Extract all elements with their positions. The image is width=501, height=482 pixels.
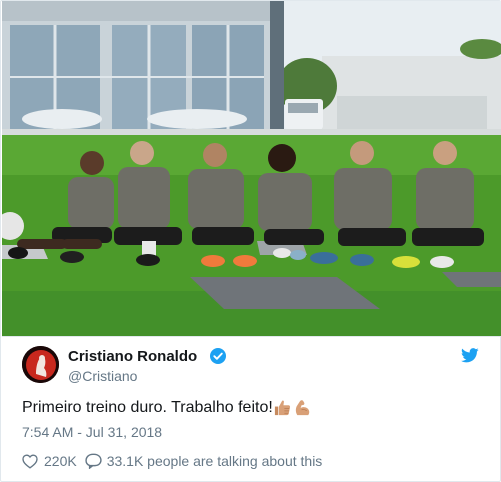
verified-badge-icon	[210, 348, 226, 364]
tweet-text: Primeiro treino duro. Trabalho feito!	[22, 399, 273, 416]
thumbs-up-medium-skin-icon	[274, 400, 291, 416]
tweet-timestamp[interactable]: 7:54 AM - Jul 31, 2018	[22, 424, 162, 441]
tweet-photo[interactable]	[2, 1, 501, 337]
flexed-biceps-medium-skin-icon	[295, 400, 310, 416]
author-avatar[interactable]	[22, 346, 59, 383]
avatar-image	[22, 346, 59, 383]
training-photo-image	[2, 1, 501, 336]
tweet-actions: 220K 33.1K people are talking about this	[22, 452, 322, 470]
like-count[interactable]: 220K	[44, 453, 77, 469]
author-display-name[interactable]: Cristiano Ronaldo	[68, 348, 197, 366]
conversation-count[interactable]: 33.1K people are talking about this	[107, 453, 323, 469]
heart-icon[interactable]	[22, 453, 38, 469]
author-handle[interactable]: @Cristiano	[68, 368, 137, 385]
speech-bubble-icon[interactable]	[85, 453, 102, 469]
tweet-embed-card: Cristiano Ronaldo @Cristiano Primeiro tr…	[0, 0, 501, 482]
twitter-bird-icon[interactable]	[461, 348, 479, 363]
